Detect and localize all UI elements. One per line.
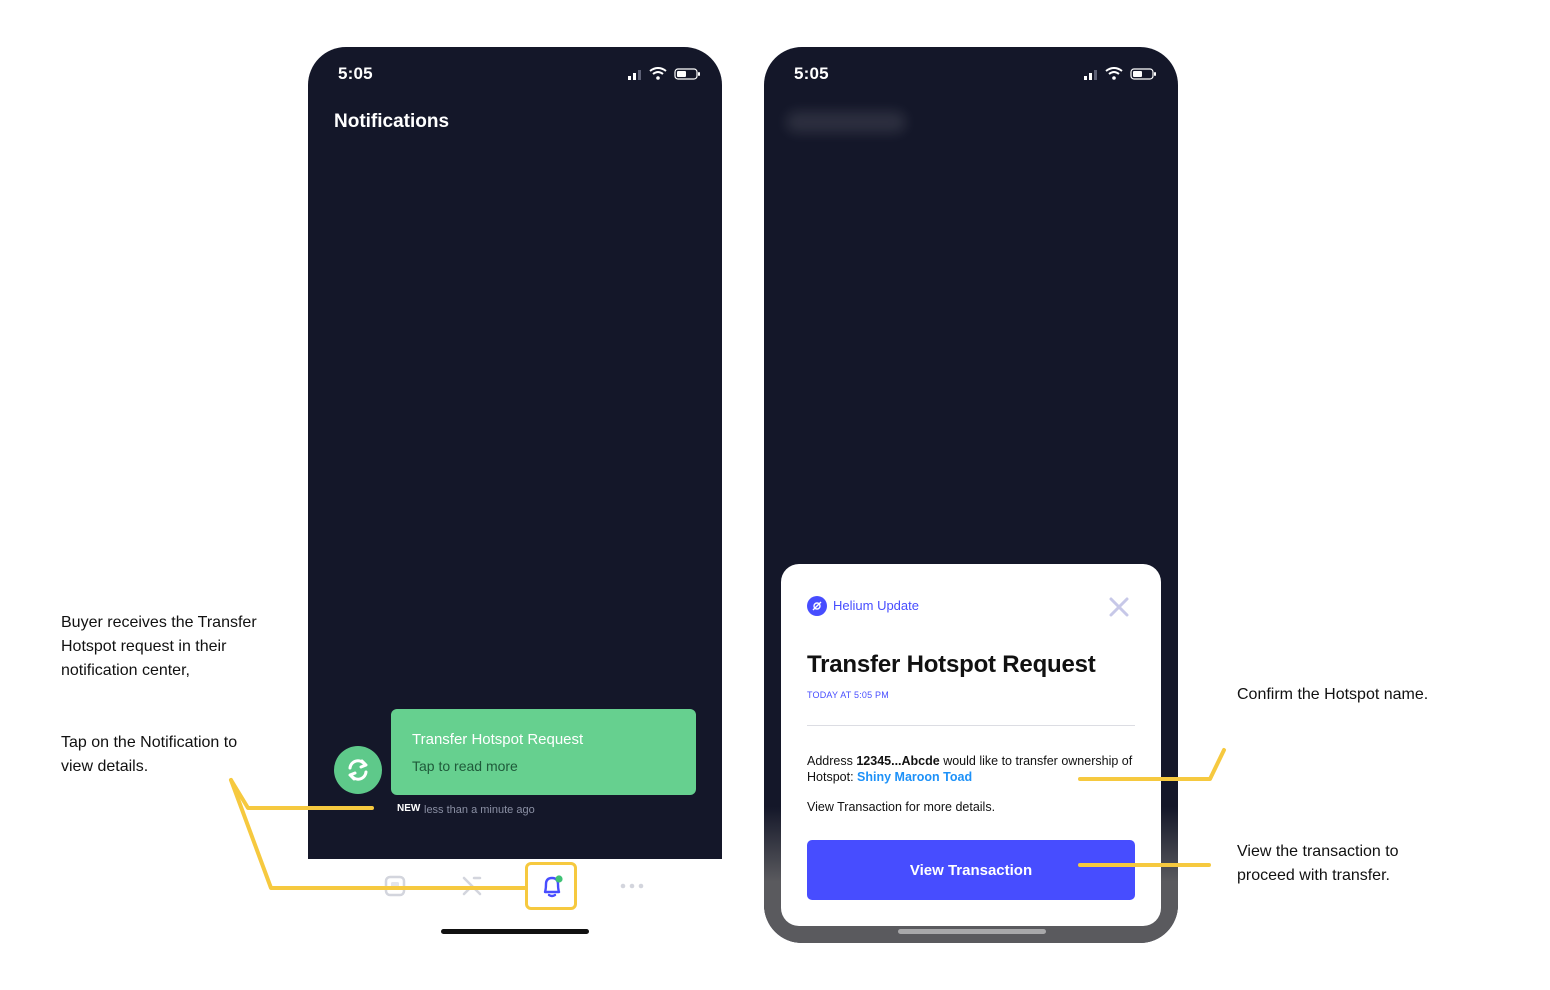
divider <box>807 725 1135 726</box>
notification-avatar <box>334 746 382 794</box>
helium-app-icon <box>807 596 827 616</box>
tab-hotspots[interactable] <box>382 873 408 899</box>
phone-modal-screen: 5:05 Helium Update Transfer Hotspot Requ… <box>764 47 1178 943</box>
app-name: Helium Update <box>833 598 919 613</box>
notification-detail-modal: Helium Update Transfer Hotspot Request T… <box>781 564 1161 926</box>
status-bar-icons <box>628 67 700 80</box>
notification-title: Transfer Hotspot Request <box>412 731 584 748</box>
annotation-receive-request: Buyer receives the Transfer Hotspot requ… <box>61 614 257 679</box>
notification-time: less than a minute ago <box>424 804 535 816</box>
annotation-view-transaction: View the transaction to proceed with tra… <box>1237 843 1399 884</box>
new-badge: NEW <box>397 803 421 814</box>
notification-subtitle: Tap to read more <box>412 758 518 774</box>
page-title: Notifications <box>334 111 450 132</box>
address-text: 12345...Abcde <box>856 754 940 768</box>
blurred-page-title <box>786 111 906 133</box>
annotation-confirm-hotspot: Confirm the Hotspot name. <box>1237 686 1429 703</box>
more-icon <box>620 883 644 889</box>
annotation-tap-notification: Tap on the Notification to view details. <box>61 734 238 775</box>
home-indicator <box>898 929 1046 934</box>
tab-highlight-annotation <box>525 862 577 910</box>
notification-card[interactable]: Transfer Hotspot Request Tap to read mor… <box>391 709 696 795</box>
status-bar-icons <box>1084 67 1156 80</box>
modal-body: Address 12345...Abcde would like to tran… <box>807 753 1137 785</box>
transfer-icon <box>348 759 368 781</box>
explore-icon <box>462 876 482 896</box>
close-icon[interactable] <box>1108 596 1130 618</box>
modal-secondary-text: View Transaction for more details. <box>807 800 996 814</box>
tab-bar-area <box>308 859 722 937</box>
tab-more[interactable] <box>619 873 645 899</box>
hotspots-icon <box>384 875 406 897</box>
status-time: 5:05 <box>338 64 373 83</box>
body-prefix: Address <box>807 754 857 768</box>
view-transaction-button[interactable]: View Transaction <box>807 840 1135 900</box>
phone-notifications-screen: 5:05 Notifications Transfer Hotspot Requ… <box>308 47 722 937</box>
tab-explore[interactable] <box>459 873 485 899</box>
modal-title: Transfer Hotspot Request <box>807 651 1096 678</box>
hotspot-name-link[interactable]: Shiny Maroon Toad <box>857 770 972 784</box>
modal-date: TODAY AT 5:05 PM <box>807 690 889 700</box>
home-indicator <box>441 929 589 934</box>
status-time: 5:05 <box>794 64 829 83</box>
